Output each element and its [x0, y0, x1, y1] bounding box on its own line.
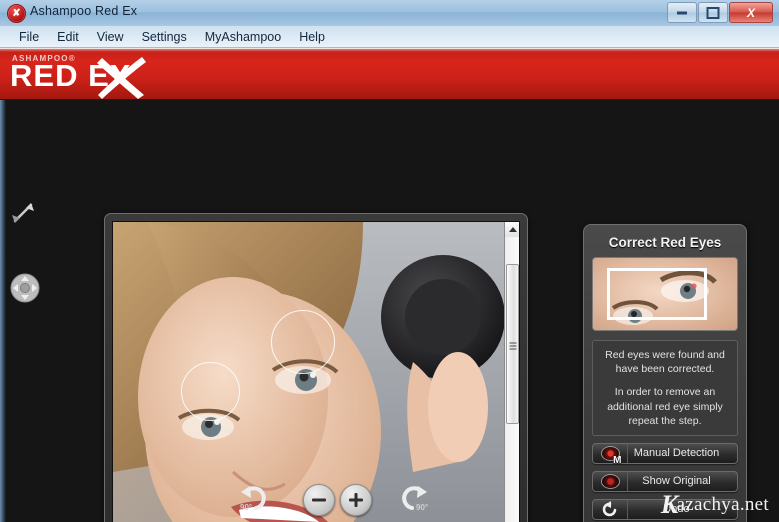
window-controls: X: [666, 2, 773, 23]
maximize-button[interactable]: [698, 2, 728, 23]
svg-text:90°: 90°: [416, 503, 428, 512]
menu-item-view[interactable]: View: [88, 28, 133, 46]
red-eye-marker-right[interactable]: [271, 310, 335, 374]
menu-item-myashampoo[interactable]: MyAshampoo: [196, 28, 290, 46]
work-area: redex_000.jpg Correct Red Eyes: [0, 100, 779, 522]
status-message: Red eyes were found and have been correc…: [592, 340, 738, 436]
svg-text:90°: 90°: [240, 503, 252, 512]
scroll-up-arrow[interactable]: [505, 222, 519, 237]
redex-app-icon: ✘: [7, 4, 26, 23]
close-icon: X: [746, 5, 756, 20]
bottom-toolbar: 90° 90° K azachya.net: [0, 476, 779, 522]
brand-title: RED EX: [10, 58, 132, 93]
status-message-line2: In order to remove an additional red eye…: [607, 386, 723, 427]
scrollbar-grip-icon: [509, 341, 516, 350]
selection-rectangle: [607, 268, 707, 320]
manual-detection-label: Manual Detection: [633, 447, 720, 460]
minimize-button[interactable]: [667, 2, 697, 23]
close-button[interactable]: X: [729, 2, 773, 23]
resize-diagonal-icon[interactable]: [10, 200, 36, 226]
left-edge-strip: [0, 100, 6, 522]
manual-detection-eye-icon: M: [593, 443, 628, 466]
rotate-left-icon: 90°: [240, 486, 266, 512]
watermark: K azachya.net: [661, 491, 769, 517]
panel-title: Correct Red Eyes: [608, 235, 722, 250]
zoom-in-button[interactable]: [340, 484, 372, 516]
pan-navigation-icon[interactable]: [10, 273, 40, 303]
menu-item-help[interactable]: Help: [290, 28, 334, 46]
manual-detection-button[interactable]: M Manual Detection: [592, 442, 738, 466]
eye-glyph: M: [600, 445, 622, 466]
eye-preview-thumbnail[interactable]: [592, 257, 738, 331]
brand-banner: ASHAMPOO® RED EX: [0, 48, 779, 101]
zoom-out-icon: [303, 484, 335, 516]
scrollbar-thumb[interactable]: [506, 264, 519, 424]
rotate-right-icon: 90°: [402, 486, 428, 512]
window-title: Ashampoo Red Ex: [30, 4, 138, 18]
maximize-icon: [706, 6, 720, 19]
menu-item-edit[interactable]: Edit: [48, 28, 88, 46]
zoom-out-button[interactable]: [303, 484, 335, 516]
status-message-line1: Red eyes were found and have been correc…: [605, 349, 725, 376]
rotate-left-button[interactable]: 90°: [234, 483, 268, 515]
manual-badge: M: [613, 454, 622, 466]
rotate-right-button[interactable]: 90°: [400, 483, 434, 515]
minimize-icon: [677, 11, 687, 14]
zoom-in-icon: [340, 484, 372, 516]
title-bar: ✘ Ashampoo Red Ex X: [0, 0, 779, 27]
menu-item-file[interactable]: File: [10, 28, 48, 46]
red-eye-marker-left[interactable]: [181, 362, 240, 421]
menu-item-settings[interactable]: Settings: [133, 28, 196, 46]
watermark-text: azachya.net: [676, 494, 769, 515]
menu-bar: File Edit View Settings MyAshampoo Help: [0, 26, 779, 48]
application-window: ✘ Ashampoo Red Ex X File Edit View Setti…: [0, 0, 779, 522]
